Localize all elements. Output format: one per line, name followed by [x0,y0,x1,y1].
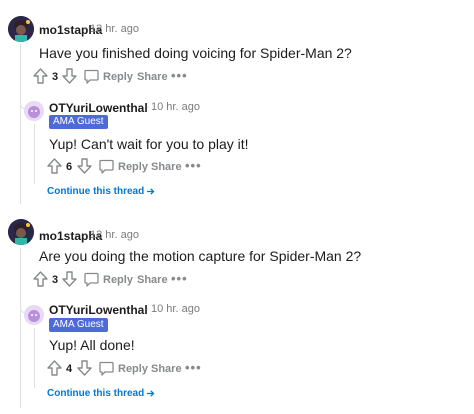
share-button[interactable]: Share [137,71,168,83]
comment-timestamp[interactable]: 10 hr. ago [151,101,200,113]
vote-count: 4 [66,363,73,375]
comment-timestamp[interactable]: 10 hr. ago [151,303,200,315]
thread-line[interactable] [34,328,35,388]
downvote-arrow-icon[interactable] [62,68,77,84]
upvote-arrow-icon[interactable] [47,158,62,174]
share-button[interactable]: Share [151,363,182,375]
avatar[interactable] [8,16,34,42]
speech-bubble-icon[interactable] [99,159,114,174]
thread-line[interactable] [20,248,21,408]
avatar[interactable] [8,219,34,245]
avatar[interactable] [24,305,44,325]
more-options-button[interactable]: ••• [171,68,188,83]
comment-timestamp[interactable]: 12 hr. ago [90,23,139,35]
share-button[interactable]: Share [151,161,182,173]
upvote-arrow-icon[interactable] [47,360,62,376]
speech-bubble-icon[interactable] [84,272,99,287]
upvote-arrow-icon[interactable] [33,68,48,84]
continue-thread-link[interactable]: Continue this thread [47,186,155,197]
comment-text: Have you finished doing voicing for Spid… [39,45,352,61]
downvote-arrow-icon[interactable] [77,158,92,174]
separator-dot: · [84,229,88,241]
upvote-arrow-icon[interactable] [33,271,48,287]
vote-count: 6 [66,161,73,173]
arrow-right-icon [146,389,155,398]
comment-username[interactable]: OTYuriLowenthal [49,101,148,115]
continue-thread-label: Continue this thread [47,388,145,399]
more-options-button[interactable]: ••• [185,158,202,173]
vote-count: 3 [52,71,59,83]
thread-line[interactable] [20,44,21,204]
comment-text: Are you doing the motion capture for Spi… [39,248,362,264]
more-options-button[interactable]: ••• [185,360,202,375]
reply-button[interactable]: Reply [103,274,133,286]
reply-button[interactable]: Reply [103,71,133,83]
comment-timestamp[interactable]: 12 hr. ago [90,229,139,241]
speech-bubble-icon[interactable] [99,361,114,376]
vote-count: 3 [52,274,59,286]
speech-bubble-icon[interactable] [84,69,99,84]
separator-dot: · [145,303,149,315]
separator-dot: · [145,101,149,113]
comment-username[interactable]: OTYuriLowenthal [49,303,148,317]
user-flair-badge: AMA Guest [49,115,108,129]
arrow-right-icon [146,187,155,196]
comment-text: Yup! Can't wait for you to play it! [49,136,249,152]
continue-thread-link[interactable]: Continue this thread [47,388,155,399]
thread-line[interactable] [34,124,35,184]
downvote-arrow-icon[interactable] [62,271,77,287]
reply-button[interactable]: Reply [118,363,148,375]
downvote-arrow-icon[interactable] [77,360,92,376]
reply-button[interactable]: Reply [118,161,148,173]
share-button[interactable]: Share [137,274,168,286]
comment-text: Yup! All done! [49,337,135,353]
more-options-button[interactable]: ••• [171,271,188,286]
user-flair-badge: AMA Guest [49,318,108,332]
separator-dot: · [84,23,88,35]
continue-thread-label: Continue this thread [47,186,145,197]
avatar[interactable] [24,101,44,121]
